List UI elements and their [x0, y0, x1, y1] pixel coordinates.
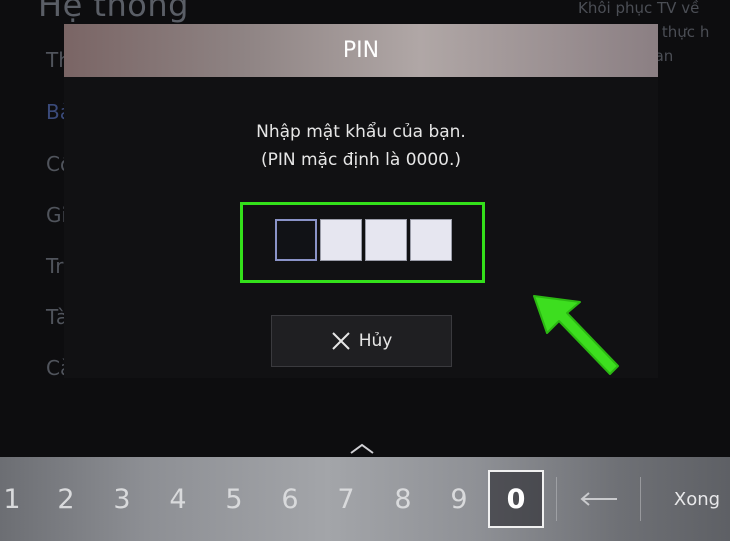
background-menu-item: Tr: [46, 254, 64, 278]
key-1[interactable]: 1: [0, 457, 32, 541]
key-2[interactable]: 2: [46, 457, 86, 541]
pin-entry-field[interactable]: [275, 219, 452, 261]
pin-prompt-text: Nhập mật khẩu của bạn.: [256, 122, 466, 142]
numeric-keypad: 1 2 3 4 5 6 7 8 9 0 Xong: [0, 457, 730, 541]
key-0[interactable]: 0: [488, 470, 544, 528]
done-button[interactable]: Xong: [664, 457, 730, 541]
background-section-title: Hệ thống: [38, 0, 189, 24]
cancel-button[interactable]: Hủy: [271, 315, 452, 367]
pin-entry-highlight: [240, 202, 485, 283]
pin-digit-box-3[interactable]: [365, 219, 407, 261]
keypad-separator: [556, 477, 557, 521]
key-4[interactable]: 4: [158, 457, 198, 541]
keypad-separator: [640, 477, 641, 521]
key-8[interactable]: 8: [383, 457, 423, 541]
backspace-arrow-icon[interactable]: [576, 481, 622, 517]
key-5[interactable]: 5: [214, 457, 254, 541]
pin-digit-box-1[interactable]: [275, 219, 317, 261]
pin-default-hint: (PIN mặc định là 0000.): [260, 150, 462, 170]
pin-digit-box-2[interactable]: [320, 219, 362, 261]
background-description-line: Khôi phục TV về: [578, 0, 700, 17]
pin-digit-box-4[interactable]: [410, 219, 452, 261]
key-7[interactable]: 7: [326, 457, 366, 541]
key-9[interactable]: 9: [439, 457, 479, 541]
green-arrow-icon: [520, 288, 630, 382]
dialog-title: PIN: [342, 38, 380, 63]
cancel-button-label: Hủy: [358, 331, 393, 351]
close-icon: [331, 331, 351, 351]
dialog-header: PIN: [64, 24, 658, 77]
key-3[interactable]: 3: [102, 457, 142, 541]
key-6[interactable]: 6: [270, 457, 310, 541]
